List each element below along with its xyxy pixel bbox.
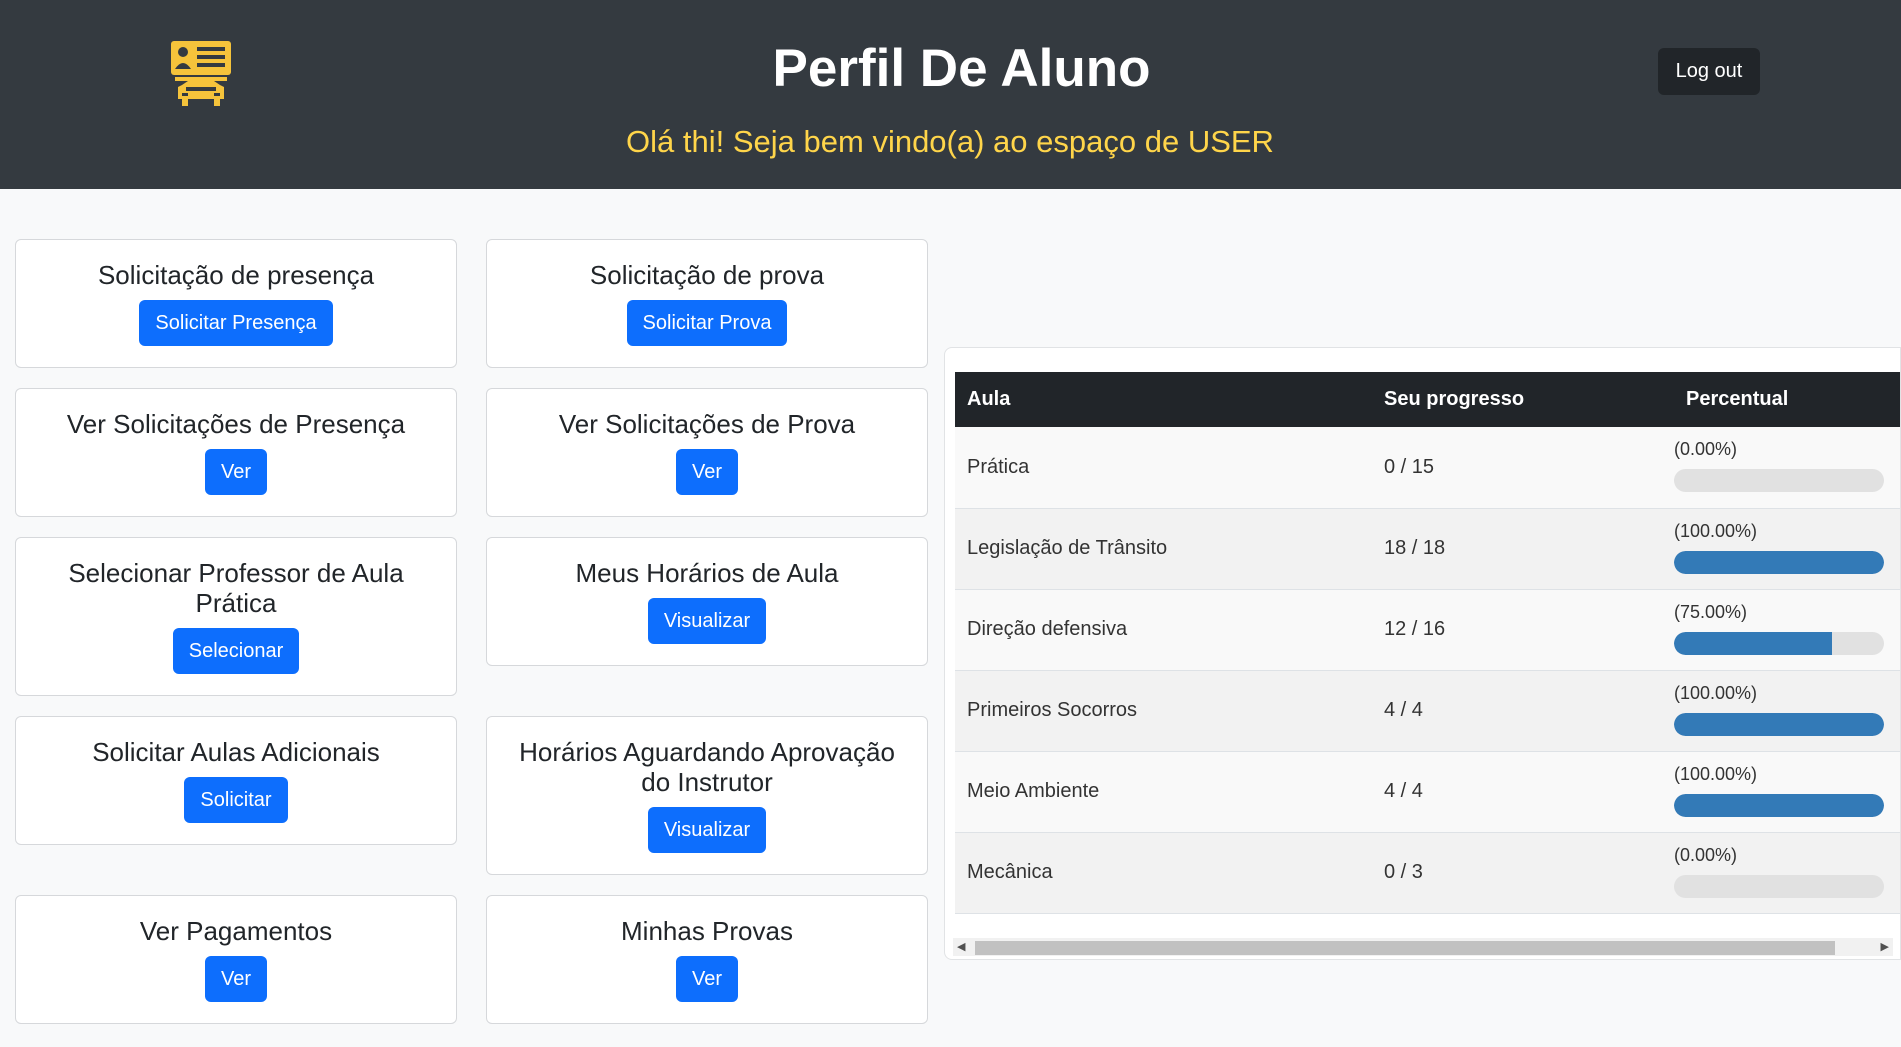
card-title: Minhas Provas <box>621 916 793 946</box>
cell-aula: Primeiros Socorros <box>967 699 1138 721</box>
scroll-left-arrow-icon[interactable]: ◀ <box>957 940 965 953</box>
card-title: Ver Solicitações de Prova <box>558 409 856 439</box>
cell-aula: Meio Ambiente <box>967 780 1100 802</box>
card-title: Horários Aguardando Aprovação do Instrut… <box>519 737 895 797</box>
cell-progresso: 12 / 16 <box>1384 618 1446 640</box>
percent-label: (100.00%) <box>1674 520 1758 541</box>
minhas-provas-button[interactable]: Ver <box>675 956 739 1002</box>
progress-bar-fill <box>1674 631 1832 655</box>
horizontal-scrollbar[interactable]: ◀ ▶ <box>953 938 1893 956</box>
logout-button[interactable]: Log out <box>1658 48 1760 95</box>
solicitar-aulas-button[interactable]: Solicitar <box>184 777 288 823</box>
percent-label: (0.00%) <box>1674 439 1738 459</box>
cell-percentual: (100.00%) <box>1674 751 1900 832</box>
table-row: Mecânica 0 / 3 (0.00%) <box>955 832 1900 913</box>
card-ver-pagamentos: Ver Pagamentos Ver <box>15 895 457 1024</box>
progress-table-wrapper: Aula Seu progresso Percentual Prática 0 /… <box>955 372 1900 914</box>
cell-percentual: (100.00%) <box>1674 670 1900 751</box>
progress-panel: Aula Seu progresso Percentual Prática 0 /… <box>944 347 1901 960</box>
card-title: Ver Pagamentos <box>139 916 333 946</box>
column-header-aula: Aula <box>967 388 1011 410</box>
selecionar-professor-button[interactable]: Selecionar <box>172 628 300 674</box>
cell-progresso: 18 / 18 <box>1384 537 1446 559</box>
cell-percentual: (0.00%) <box>1674 427 1900 508</box>
progress-bar-fill <box>1674 793 1884 817</box>
cell-percentual: (100.00%) <box>1674 508 1900 589</box>
card-selecionar-professor: Selecionar Professor de Aula Prática Sel… <box>15 537 457 696</box>
card-horarios-aguardando: Horários Aguardando Aprovação do Instrut… <box>486 716 928 875</box>
progress-bar <box>1674 874 1884 898</box>
table-row: Direção defensiva 12 / 16 (75.00%) <box>955 589 1900 670</box>
cell-progresso: 0 / 3 <box>1384 861 1423 883</box>
page-header: Perfil De Aluno Olá thi! Seja bem vindo(… <box>0 0 1901 189</box>
card-title: Ver Solicitações de Presença <box>66 409 406 439</box>
card-title: Meus Horários de Aula <box>575 558 839 588</box>
ver-pagamentos-button[interactable]: Ver <box>204 956 268 1002</box>
scroll-right-arrow-icon[interactable]: ▶ <box>1881 940 1889 953</box>
solicitar-prova-button[interactable]: Solicitar Prova <box>626 300 788 346</box>
column-header-percentual: Percentual <box>1686 388 1789 410</box>
card-title: Selecionar Professor de Aula Prática <box>68 558 404 618</box>
visualizar-aguardando-button[interactable]: Visualizar <box>647 807 767 853</box>
page-title: Perfil De Aluno <box>772 39 1151 98</box>
scroll-thumb[interactable] <box>975 941 1835 955</box>
solicitar-presenca-button[interactable]: Solicitar Presença <box>139 300 333 346</box>
progress-bar <box>1674 469 1884 492</box>
welcome-message: Olá thi! Seja bem vindo(a) ao espaço de … <box>626 124 1274 159</box>
cell-aula: Direção defensiva <box>967 618 1128 640</box>
card-ver-solicitacoes-presenca: Ver Solicitações de Presença Ver <box>15 388 457 517</box>
card-title: Solicitar Aulas Adicionais <box>92 737 380 767</box>
cell-aula: Legislação de Trânsito <box>967 537 1168 559</box>
progress-bar <box>1674 631 1884 655</box>
card-title: Solicitação de presença <box>97 260 375 290</box>
card-solicitar-aulas-adicionais: Solicitar Aulas Adicionais Solicitar <box>15 716 457 845</box>
card-title: Solicitação de prova <box>589 260 825 290</box>
progress-bar-fill <box>1674 550 1884 574</box>
cell-progresso: 4 / 4 <box>1384 699 1423 721</box>
cell-aula: Prática <box>967 455 1030 478</box>
progress-table: Aula Seu progresso Percentual Prática 0 /… <box>955 372 1900 914</box>
table-header-row: Aula Seu progresso Percentual <box>955 372 1900 427</box>
percent-label: (0.00%) <box>1674 844 1738 865</box>
percent-label: (75.00%) <box>1674 601 1748 622</box>
column-header-progresso: Seu progresso <box>1384 388 1525 410</box>
cell-percentual: (0.00%) <box>1674 832 1900 913</box>
progress-bar <box>1674 550 1884 574</box>
table-row: Legislação de Trânsito 18 / 18 (100.00%) <box>955 508 1900 589</box>
percent-label: (100.00%) <box>1674 682 1758 703</box>
table-row: Prática 0 / 15 (0.00%) <box>955 427 1900 508</box>
card-solicitacao-presenca: Solicitação de presença Solicitar Presen… <box>15 239 457 368</box>
cell-progresso: 0 / 15 <box>1384 455 1435 478</box>
cell-aula: Mecânica <box>967 861 1053 883</box>
card-solicitacao-prova: Solicitação de prova Solicitar Prova <box>486 239 928 368</box>
visualizar-horarios-button[interactable]: Visualizar <box>647 598 767 644</box>
card-meus-horarios: Meus Horários de Aula Visualizar <box>486 537 928 666</box>
ver-solicitacoes-prova-button[interactable]: Ver <box>675 449 739 495</box>
card-ver-solicitacoes-prova: Ver Solicitações de Prova Ver <box>486 388 928 517</box>
cell-percentual: (75.00%) <box>1674 589 1900 670</box>
percent-label: (100.00%) <box>1674 763 1758 784</box>
card-minhas-provas: Minhas Provas Ver <box>486 895 928 1024</box>
table-row: Meio Ambiente 4 / 4 (100.00%) <box>955 751 1900 832</box>
progress-bar <box>1674 793 1884 817</box>
cell-progresso: 4 / 4 <box>1384 780 1423 802</box>
progress-bar <box>1674 712 1884 736</box>
progress-bar-fill <box>1674 712 1884 736</box>
ver-solicitacoes-presenca-button[interactable]: Ver <box>204 449 268 495</box>
table-row: Primeiros Socorros 4 / 4 (100.00%) <box>955 670 1900 751</box>
